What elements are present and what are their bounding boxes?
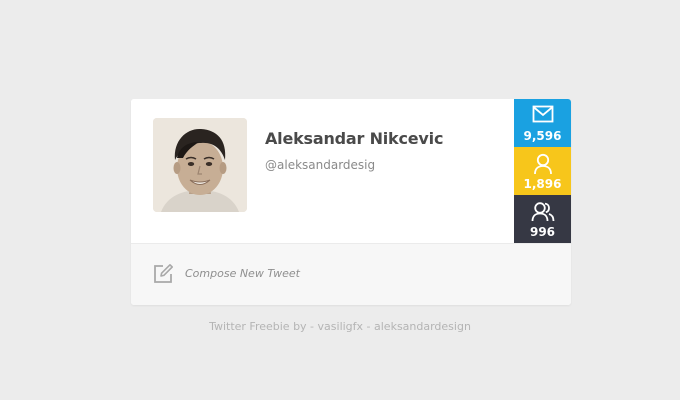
stats-column: 9,596 1,896 996 [514,99,571,243]
profile-handle[interactable]: @aleksandardesig [265,158,375,172]
profile-name: Aleksandar Nikcevic [265,129,444,148]
following-count: 1,896 [523,177,562,191]
footer-credit: Twitter Freebie by - vasiligfx - aleksan… [209,320,471,333]
stat-following[interactable]: 1,896 [514,147,571,195]
profile-card: Aleksandar Nikcevic @aleksandardesig 9,5… [131,99,571,305]
compose-label: Compose New Tweet [185,267,300,280]
avatar[interactable] [153,118,247,212]
edit-icon [152,263,174,285]
stat-followers[interactable]: 996 [514,195,571,243]
messages-count: 9,596 [523,129,562,143]
users-icon [514,201,571,223]
user-icon [514,153,571,175]
envelope-icon [514,105,571,127]
compose-tweet-button[interactable]: Compose New Tweet [131,243,571,305]
followers-count: 996 [529,225,556,239]
profile-header: Aleksandar Nikcevic @aleksandardesig [131,99,514,243]
stat-messages[interactable]: 9,596 [514,99,571,147]
